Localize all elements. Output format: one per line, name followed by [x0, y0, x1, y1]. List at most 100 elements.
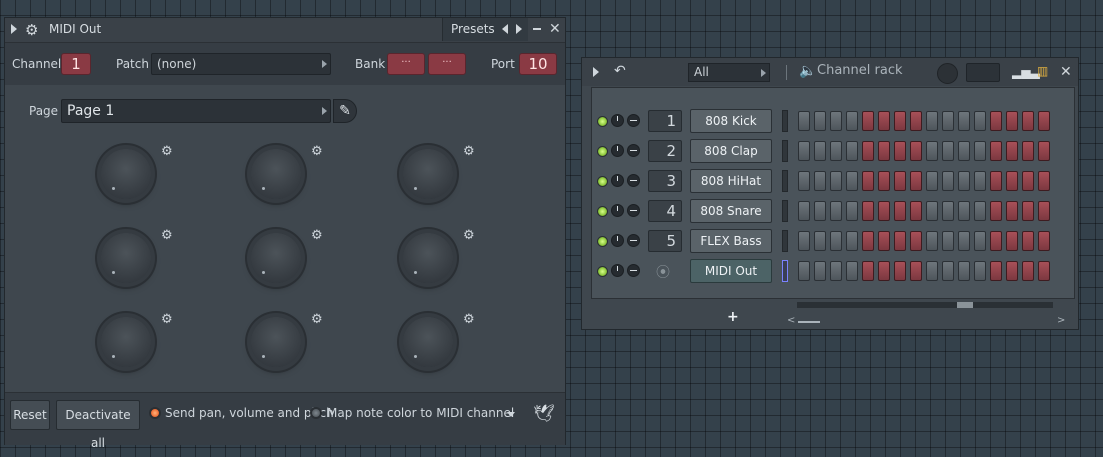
- step-button[interactable]: [974, 261, 986, 281]
- close-icon[interactable]: ✕: [1060, 63, 1072, 81]
- channel-mute-led[interactable]: [597, 116, 608, 127]
- channel-volume-knob[interactable]: [611, 144, 624, 157]
- step-button[interactable]: [878, 111, 890, 131]
- channel-select-bar[interactable]: [782, 140, 788, 162]
- channel-mute-led[interactable]: [597, 236, 608, 247]
- step-button[interactable]: [1038, 111, 1050, 131]
- step-button[interactable]: [894, 141, 906, 161]
- channel-select-bar[interactable]: [782, 110, 788, 132]
- graph-editor-icon[interactable]: ▂▅▃: [1012, 65, 1040, 79]
- knob[interactable]: [403, 233, 453, 283]
- step-button[interactable]: [1022, 231, 1034, 251]
- step-button[interactable]: [862, 261, 874, 281]
- step-button[interactable]: [830, 201, 842, 221]
- scroll-thumb[interactable]: [957, 302, 973, 308]
- channel-select-bar[interactable]: [782, 170, 788, 192]
- step-button[interactable]: [974, 231, 986, 251]
- step-button[interactable]: [942, 231, 954, 251]
- channel-button[interactable]: 808 Clap: [690, 139, 772, 163]
- step-button[interactable]: [958, 261, 970, 281]
- knob[interactable]: [101, 317, 151, 367]
- channel-select-bar[interactable]: [782, 200, 788, 222]
- channel-button[interactable]: FLEX Bass: [690, 229, 772, 253]
- map-note-color-radio[interactable]: [310, 407, 322, 419]
- step-button[interactable]: [990, 141, 1002, 161]
- gear-icon[interactable]: ⚙: [311, 229, 323, 243]
- step-button[interactable]: [814, 171, 826, 191]
- knob[interactable]: [251, 233, 301, 283]
- step-button[interactable]: [926, 141, 938, 161]
- preset-next-icon[interactable]: [516, 24, 522, 34]
- undo-icon[interactable]: ↶: [614, 63, 626, 79]
- step-button[interactable]: [958, 111, 970, 131]
- step-button[interactable]: [942, 141, 954, 161]
- step-button[interactable]: [1038, 141, 1050, 161]
- channel-mute-led[interactable]: [597, 206, 608, 217]
- gear-icon[interactable]: ⚙: [463, 145, 475, 159]
- step-button[interactable]: [878, 141, 890, 161]
- channel-mute-led[interactable]: [597, 146, 608, 157]
- pencil-icon[interactable]: ✎: [333, 99, 357, 123]
- step-button[interactable]: [1006, 171, 1018, 191]
- channel-number[interactable]: 4: [648, 200, 682, 222]
- gear-icon[interactable]: ⚙: [311, 145, 323, 159]
- channel-pan-knob[interactable]: [627, 264, 640, 277]
- bank-lsb[interactable]: ···: [428, 53, 466, 75]
- chevron-down-icon[interactable]: [507, 412, 515, 417]
- channel-mute-led[interactable]: [597, 176, 608, 187]
- step-button[interactable]: [990, 231, 1002, 251]
- channel-button[interactable]: 808 Kick: [690, 109, 772, 133]
- bird-icon[interactable]: 🕊: [533, 404, 555, 424]
- step-button[interactable]: [1006, 141, 1018, 161]
- gear-icon[interactable]: ⚙: [25, 21, 38, 39]
- knob[interactable]: [101, 149, 151, 199]
- step-button[interactable]: [830, 261, 842, 281]
- step-button[interactable]: [1006, 111, 1018, 131]
- step-sequencer-icon[interactable]: ▥: [1037, 64, 1048, 78]
- step-button[interactable]: [862, 201, 874, 221]
- gear-icon[interactable]: ⚙: [161, 145, 173, 159]
- step-button[interactable]: [798, 261, 810, 281]
- step-button[interactable]: [942, 171, 954, 191]
- window-menu-arrow-icon[interactable]: [11, 24, 17, 34]
- step-button[interactable]: [1038, 231, 1050, 251]
- step-button[interactable]: [942, 261, 954, 281]
- speaker-icon[interactable]: 🔈: [799, 63, 816, 79]
- knob[interactable]: [403, 149, 453, 199]
- step-button[interactable]: [830, 231, 842, 251]
- channel-volume-knob[interactable]: [611, 204, 624, 217]
- gear-icon[interactable]: ⚙: [311, 313, 323, 327]
- channel-button[interactable]: 808 Snare: [690, 199, 772, 223]
- channel-volume-knob[interactable]: [611, 174, 624, 187]
- step-button[interactable]: [846, 201, 858, 221]
- step-button[interactable]: [1038, 261, 1050, 281]
- step-button[interactable]: [878, 171, 890, 191]
- step-button[interactable]: [1022, 171, 1034, 191]
- window-menu-arrow-icon[interactable]: [593, 67, 599, 77]
- step-button[interactable]: [910, 111, 922, 131]
- channel-pan-knob[interactable]: [627, 114, 640, 127]
- step-button[interactable]: [1006, 231, 1018, 251]
- presets-label[interactable]: Presets: [451, 22, 495, 36]
- send-pan-label[interactable]: Send pan, volume and pitch: [165, 406, 334, 420]
- step-button[interactable]: [894, 261, 906, 281]
- channel-value[interactable]: 1: [61, 53, 91, 75]
- step-button[interactable]: [1022, 111, 1034, 131]
- step-count-box[interactable]: [966, 63, 1000, 82]
- deactivate-all-button[interactable]: Deactivate all: [56, 400, 140, 450]
- step-button[interactable]: [862, 231, 874, 251]
- channel-select-bar[interactable]: [782, 230, 788, 252]
- channel-pan-knob[interactable]: [627, 174, 640, 187]
- channel-pan-knob[interactable]: [627, 234, 640, 247]
- step-button[interactable]: [814, 201, 826, 221]
- channel-pan-knob[interactable]: [627, 144, 640, 157]
- step-button[interactable]: [862, 141, 874, 161]
- step-button[interactable]: [942, 111, 954, 131]
- channel-mute-led[interactable]: [597, 266, 608, 277]
- channel-number[interactable]: 3: [648, 170, 682, 192]
- step-button[interactable]: [926, 231, 938, 251]
- knob[interactable]: [101, 233, 151, 283]
- step-button[interactable]: [1038, 171, 1050, 191]
- channel-number[interactable]: 1: [648, 110, 682, 132]
- step-button[interactable]: [926, 201, 938, 221]
